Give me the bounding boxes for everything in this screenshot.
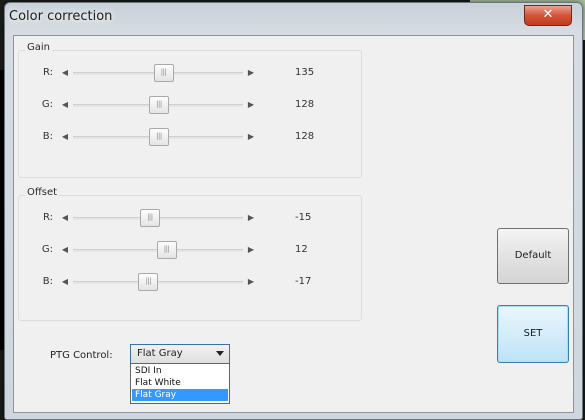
slider-value: 128 bbox=[295, 131, 315, 142]
scroll-right-icon[interactable]: ▶ bbox=[247, 132, 255, 142]
close-icon: ✕ bbox=[542, 7, 554, 22]
slider-row: R: ◀ ▶ ||| 135 bbox=[19, 64, 349, 82]
ptg-control-select[interactable]: Flat Gray bbox=[130, 344, 230, 364]
slider-row: G: ◀ ▶ ||| 12 bbox=[19, 241, 349, 259]
scroll-left-icon[interactable]: ◀ bbox=[61, 277, 69, 287]
title-bar[interactable]: Color correction ✕ bbox=[5, 3, 582, 33]
channel-label: B: bbox=[42, 276, 53, 287]
ptg-option[interactable]: SDI In bbox=[132, 365, 228, 377]
slider-track[interactable]: ◀ ▶ ||| bbox=[61, 241, 255, 259]
ptg-option[interactable]: Flat White bbox=[132, 377, 228, 389]
close-button[interactable]: ✕ bbox=[524, 5, 572, 26]
slider-thumb[interactable]: ||| bbox=[153, 64, 174, 82]
slider-value: 12 bbox=[295, 244, 308, 255]
channel-label: R: bbox=[42, 212, 53, 223]
gain-group-label: Gain bbox=[25, 42, 52, 53]
ptg-dropdown-list: SDI In Flat White Flat Gray bbox=[130, 363, 230, 404]
slider-thumb[interactable]: ||| bbox=[149, 96, 169, 114]
offset-group: Offset R: ◀ ▶ ||| -15 G: ◀ ▶ ||| 12 B: ◀ ▶ ||| -17 bbox=[18, 187, 362, 321]
slider-track[interactable]: ◀ ▶ ||| bbox=[61, 273, 255, 291]
slider-value: -17 bbox=[295, 276, 312, 287]
slider-value: 128 bbox=[295, 99, 315, 110]
slider-thumb[interactable]: ||| bbox=[139, 209, 160, 227]
scroll-left-icon[interactable]: ◀ bbox=[61, 68, 69, 78]
scroll-left-icon[interactable]: ◀ bbox=[61, 245, 69, 255]
slider-thumb[interactable]: ||| bbox=[156, 241, 177, 259]
channel-label: B: bbox=[42, 131, 53, 142]
offset-group-label: Offset bbox=[25, 187, 60, 198]
window-title: Color correction bbox=[9, 9, 113, 24]
scroll-right-icon[interactable]: ▶ bbox=[247, 277, 255, 287]
channel-label: G: bbox=[41, 244, 53, 255]
scroll-right-icon[interactable]: ▶ bbox=[247, 213, 255, 223]
channel-label: R: bbox=[42, 67, 53, 78]
slider-value: 135 bbox=[295, 67, 315, 78]
slider-track[interactable]: ◀ ▶ ||| bbox=[61, 64, 255, 82]
ptg-control-label: PTG Control: bbox=[50, 350, 113, 361]
channel-label: G: bbox=[41, 99, 53, 110]
slider-track[interactable]: ◀ ▶ ||| bbox=[61, 96, 255, 114]
slider-row: G: ◀ ▶ ||| 128 bbox=[19, 96, 349, 114]
scroll-right-icon[interactable]: ▶ bbox=[247, 68, 255, 78]
dialog-content: Gain R: ◀ ▶ ||| 135 G: ◀ ▶ ||| 128 B: ◀ ▶ ||| 128 Offs… bbox=[13, 35, 574, 413]
chevron-down-icon bbox=[216, 351, 224, 356]
scroll-left-icon[interactable]: ◀ bbox=[61, 100, 69, 110]
scroll-left-icon[interactable]: ◀ bbox=[61, 132, 69, 142]
slider-track[interactable]: ◀ ▶ ||| bbox=[61, 128, 255, 146]
default-button[interactable]: Default bbox=[497, 228, 569, 284]
slider-thumb[interactable]: ||| bbox=[149, 128, 169, 146]
ptg-option-selected[interactable]: Flat Gray bbox=[132, 389, 228, 401]
slider-track[interactable]: ◀ ▶ ||| bbox=[61, 209, 255, 227]
slider-row: B: ◀ ▶ ||| -17 bbox=[19, 273, 349, 291]
gain-group: Gain R: ◀ ▶ ||| 135 G: ◀ ▶ ||| 128 B: ◀ ▶ ||| 128 bbox=[18, 42, 362, 178]
color-correction-dialog: Color correction ✕ Gain R: ◀ ▶ ||| 135 G: ◀ ▶ ||… bbox=[4, 2, 583, 420]
ptg-selected-value: Flat Gray bbox=[137, 348, 183, 359]
scroll-right-icon[interactable]: ▶ bbox=[247, 245, 255, 255]
slider-row: R: ◀ ▶ ||| -15 bbox=[19, 209, 349, 227]
slider-value: -15 bbox=[295, 212, 312, 223]
slider-row: B: ◀ ▶ ||| 128 bbox=[19, 128, 349, 146]
slider-thumb[interactable]: ||| bbox=[138, 273, 159, 291]
set-button[interactable]: SET bbox=[497, 305, 569, 363]
scroll-left-icon[interactable]: ◀ bbox=[61, 213, 69, 223]
scroll-right-icon[interactable]: ▶ bbox=[247, 100, 255, 110]
